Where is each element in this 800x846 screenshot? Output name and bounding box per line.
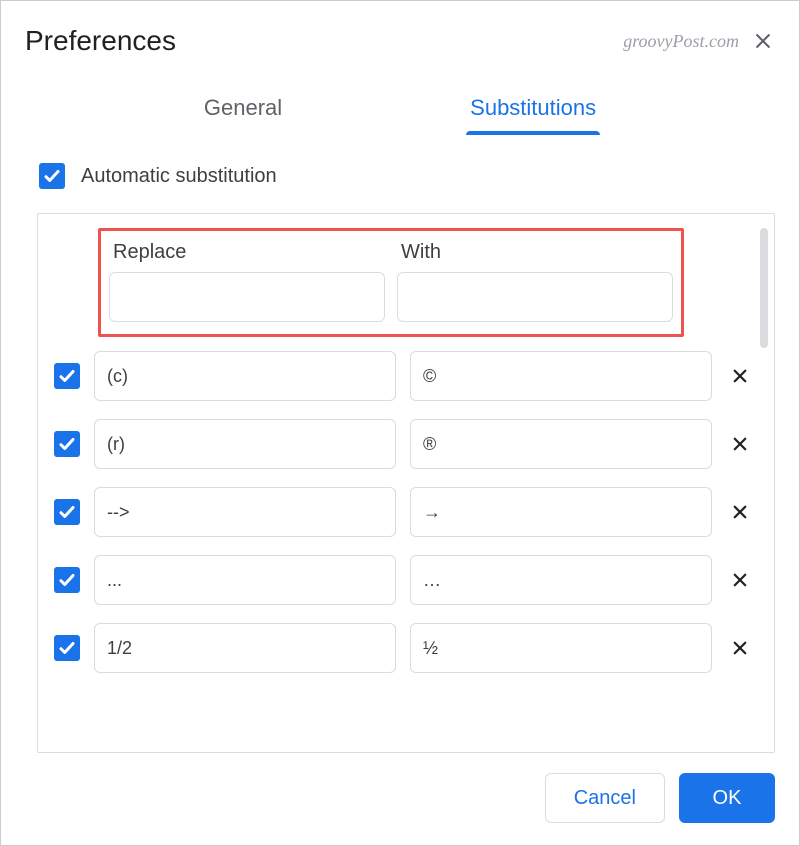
row-checkbox[interactable]: [54, 635, 80, 661]
auto-substitution-row: Automatic substitution: [37, 163, 775, 189]
delete-row-icon[interactable]: [726, 639, 754, 657]
row-checkbox[interactable]: [54, 567, 80, 593]
with-header: With: [397, 241, 673, 264]
substitution-table: Replace With: [37, 213, 775, 753]
with-input[interactable]: [410, 623, 712, 673]
preferences-dialog: Preferences groovyPost.com General Subst…: [1, 1, 799, 845]
replace-header: Replace: [109, 241, 385, 264]
replace-input[interactable]: [94, 419, 396, 469]
substitution-row: [52, 555, 754, 605]
row-checkbox[interactable]: [54, 431, 80, 457]
cancel-button[interactable]: Cancel: [545, 773, 665, 823]
with-input[interactable]: [410, 555, 712, 605]
tab-general[interactable]: General: [200, 85, 286, 135]
replace-input[interactable]: [94, 487, 396, 537]
new-replace-input[interactable]: [109, 272, 385, 322]
replace-input[interactable]: [94, 623, 396, 673]
substitution-row: [52, 623, 754, 673]
replace-input[interactable]: [94, 555, 396, 605]
replace-input[interactable]: [94, 351, 396, 401]
new-with-input[interactable]: [397, 272, 673, 322]
with-input[interactable]: [410, 351, 712, 401]
auto-substitution-label: Automatic substitution: [81, 165, 277, 188]
dialog-footer: Cancel OK: [1, 753, 799, 845]
substitution-row: [52, 419, 754, 469]
delete-row-icon[interactable]: [726, 435, 754, 453]
delete-row-icon[interactable]: [726, 503, 754, 521]
substitution-row: [52, 351, 754, 401]
with-input[interactable]: [410, 487, 712, 537]
delete-row-icon[interactable]: [726, 571, 754, 589]
dialog-body: Automatic substitution Replace With: [1, 135, 799, 753]
watermark-text: groovyPost.com: [623, 31, 739, 52]
dialog-title: Preferences: [25, 25, 176, 57]
with-input[interactable]: [410, 419, 712, 469]
auto-substitution-checkbox[interactable]: [39, 163, 65, 189]
tab-bar: General Substitutions: [1, 65, 799, 135]
new-entry-highlight: Replace With: [98, 228, 684, 337]
dialog-header: Preferences groovyPost.com: [1, 1, 799, 65]
tab-substitutions[interactable]: Substitutions: [466, 85, 600, 135]
ok-button[interactable]: OK: [679, 773, 775, 823]
replace-column: Replace: [109, 241, 385, 322]
row-checkbox[interactable]: [54, 499, 80, 525]
substitution-row: [52, 487, 754, 537]
row-checkbox[interactable]: [54, 363, 80, 389]
with-column: With: [397, 241, 673, 322]
delete-row-icon[interactable]: [726, 367, 754, 385]
close-icon[interactable]: [751, 29, 775, 53]
scroll-area: Replace With: [38, 214, 774, 752]
header-right: groovyPost.com: [623, 29, 775, 53]
